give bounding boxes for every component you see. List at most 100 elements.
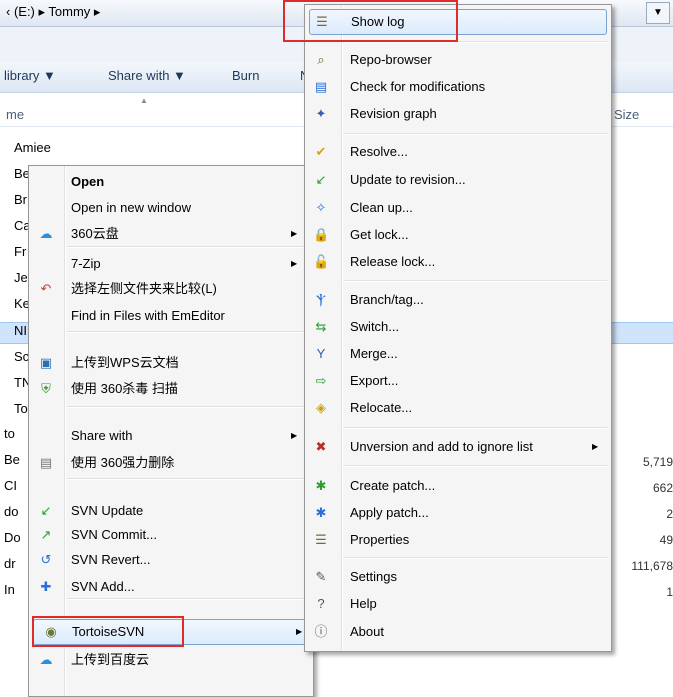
submenu-item-label: Get lock... [350, 227, 409, 242]
file-size: 662 [652, 481, 673, 495]
submenu-item-label: Resolve... [350, 144, 408, 159]
sort-up-icon: ▲ [140, 96, 148, 105]
submenu-item[interactable]: ✎ Settings [305, 565, 611, 589]
menu-item-label: 360云盘 [71, 226, 119, 241]
include-in-library-button[interactable]: library ▼ [4, 68, 56, 83]
file-size: 1 [666, 585, 673, 599]
svn-revert-icon: ↺ [40, 552, 52, 567]
submenu-item[interactable]: ⓘ About [305, 620, 611, 644]
submenu-item-label: Check for modifications [350, 79, 486, 94]
menu-item[interactable]: ✚ SVN Add... [29, 575, 313, 599]
file-item[interactable]: In [4, 582, 15, 597]
submenu-item-label: Switch... [350, 319, 400, 334]
properties-icon: ☰ [315, 532, 327, 547]
menu-item-label: Open [71, 174, 105, 189]
submenu-item[interactable]: ⇆ Switch... [305, 315, 611, 339]
menu-item[interactable]: ↙ SVN Update [29, 499, 313, 523]
submenu-item[interactable]: ✱ Create patch... [305, 474, 611, 498]
submenu-arrow-icon: ▶ [291, 259, 298, 268]
file-item[interactable]: Sc [14, 349, 29, 364]
annotation-box-show-log [283, 0, 458, 42]
file-item[interactable]: do [4, 504, 18, 519]
menu-item[interactable]: ☁ 360云盘 ▶ [29, 222, 313, 246]
submenu-arrow-icon: ▶ [592, 442, 599, 451]
submenu-item[interactable]: ▤ Check for modifications [305, 75, 611, 99]
share-with-button[interactable]: Share with ▼ [108, 68, 186, 83]
submenu-item-label: Apply patch... [350, 505, 429, 520]
menu-item-label: 选择左侧文件夹来比较(L) [71, 281, 217, 296]
file-item[interactable]: Amiee [14, 140, 51, 155]
menu-item-label: Find in Files with EmEditor [71, 308, 225, 323]
submenu-item[interactable]: ☰ Properties [305, 528, 611, 552]
menu-item[interactable]: ↺ SVN Revert... [29, 548, 313, 572]
submenu-item-label: Unversion and add to ignore list [350, 439, 533, 454]
menu-item-label: SVN Add... [71, 579, 135, 594]
menu-item[interactable]: ☁ 上传到百度云 [29, 648, 313, 672]
submenu-item-label: Help [350, 596, 377, 611]
file-item[interactable]: Fr [14, 244, 26, 259]
column-size-header[interactable]: Size [614, 107, 639, 122]
menu-item[interactable]: Share with ▶ [29, 424, 313, 448]
repo-browser-icon: ⌕ [317, 52, 325, 67]
file-size: 2 [666, 507, 673, 521]
file-item[interactable]: Do [4, 530, 21, 545]
submenu-item[interactable]: ✔ Resolve... [305, 140, 611, 164]
create-patch-icon: ✱ [315, 478, 327, 493]
menu-item[interactable]: Find in Files with EmEditor [29, 304, 313, 328]
lock-icon: 🔒 [313, 227, 330, 242]
submenu-item[interactable]: ⌕ Repo-browser [305, 48, 611, 72]
burn-button[interactable]: Burn [232, 68, 259, 83]
submenu-arrow-icon: ▶ [291, 229, 298, 238]
submenu-item[interactable]: ? Help [305, 592, 611, 616]
menu-separator [67, 246, 309, 248]
submenu-item-label: Revision graph [350, 106, 437, 121]
tortoisesvn-submenu: ☰ Show log ⌕ Repo-browser ▤ Check for modific… [304, 4, 612, 652]
submenu-item[interactable]: ↙ Update to revision... [305, 168, 611, 192]
submenu-item[interactable]: ⇨ Export... [305, 369, 611, 393]
submenu-item[interactable]: ✧ Clean up... [305, 196, 611, 220]
svn-commit-icon: ↗ [40, 527, 52, 542]
switch-icon: ⇆ [315, 319, 327, 334]
submenu-item[interactable]: ◈ Relocate... [305, 396, 611, 420]
file-item[interactable]: dr [4, 556, 16, 571]
submenu-item[interactable]: 🔓 Release lock... [305, 250, 611, 274]
shield-icon: ⛨ [41, 381, 51, 396]
menu-item-label: 7-Zip [71, 256, 101, 271]
file-item[interactable]: Je [14, 270, 28, 285]
about-icon: ⓘ [314, 624, 328, 639]
file-item[interactable]: NI [14, 323, 27, 338]
menu-item[interactable]: ▤ 使用 360强力删除 [29, 451, 313, 475]
cleanup-icon: ✧ [315, 200, 327, 215]
menu-item[interactable]: ↶ 选择左侧文件夹来比较(L) [29, 277, 313, 301]
submenu-item[interactable]: 🔒 Get lock... [305, 223, 611, 247]
submenu-item-label: Branch/tag... [350, 292, 424, 307]
check-modifications-icon: ▤ [314, 79, 328, 94]
menu-separator [343, 280, 607, 282]
file-item[interactable]: To [14, 401, 28, 416]
unlock-icon: 🔓 [313, 254, 330, 269]
submenu-item[interactable]: ✦ Revision graph [305, 102, 611, 126]
menu-item[interactable]: 7-Zip ▶ [29, 252, 313, 276]
menu-item[interactable]: ↗ SVN Commit... [29, 523, 313, 547]
ignore-icon: ✖ [315, 439, 327, 454]
menu-item[interactable]: Open in new window [29, 196, 313, 220]
file-item[interactable]: CI [4, 478, 17, 493]
menu-separator [67, 331, 309, 333]
address-dropdown-button[interactable]: ▼ [646, 2, 670, 24]
submenu-item[interactable]: Ⲯ Branch/tag... [305, 288, 611, 312]
annotation-box-tortoisesvn [32, 616, 184, 647]
menu-item[interactable]: ⛨ 使用 360杀毒 扫描 [29, 377, 313, 401]
submenu-item-label: Create patch... [350, 478, 436, 493]
menu-item[interactable]: ▣ 上传到WPS云文档 [29, 351, 313, 375]
column-name-header[interactable]: me [6, 107, 24, 122]
file-item[interactable]: to [4, 426, 15, 441]
submenu-item[interactable]: Y Merge... [305, 342, 611, 366]
address-path[interactable]: ‹ (E:) ▸ Tommy ▸ [6, 4, 100, 20]
file-item[interactable]: Be [4, 452, 20, 467]
file-item[interactable]: Br [14, 192, 27, 207]
submenu-item[interactable]: ✖ Unversion and add to ignore list ▶ [305, 435, 611, 459]
submenu-item-label: Merge... [350, 346, 398, 361]
menu-separator [343, 133, 607, 135]
submenu-item[interactable]: ✱ Apply patch... [305, 501, 611, 525]
menu-item[interactable]: Open [29, 170, 313, 194]
